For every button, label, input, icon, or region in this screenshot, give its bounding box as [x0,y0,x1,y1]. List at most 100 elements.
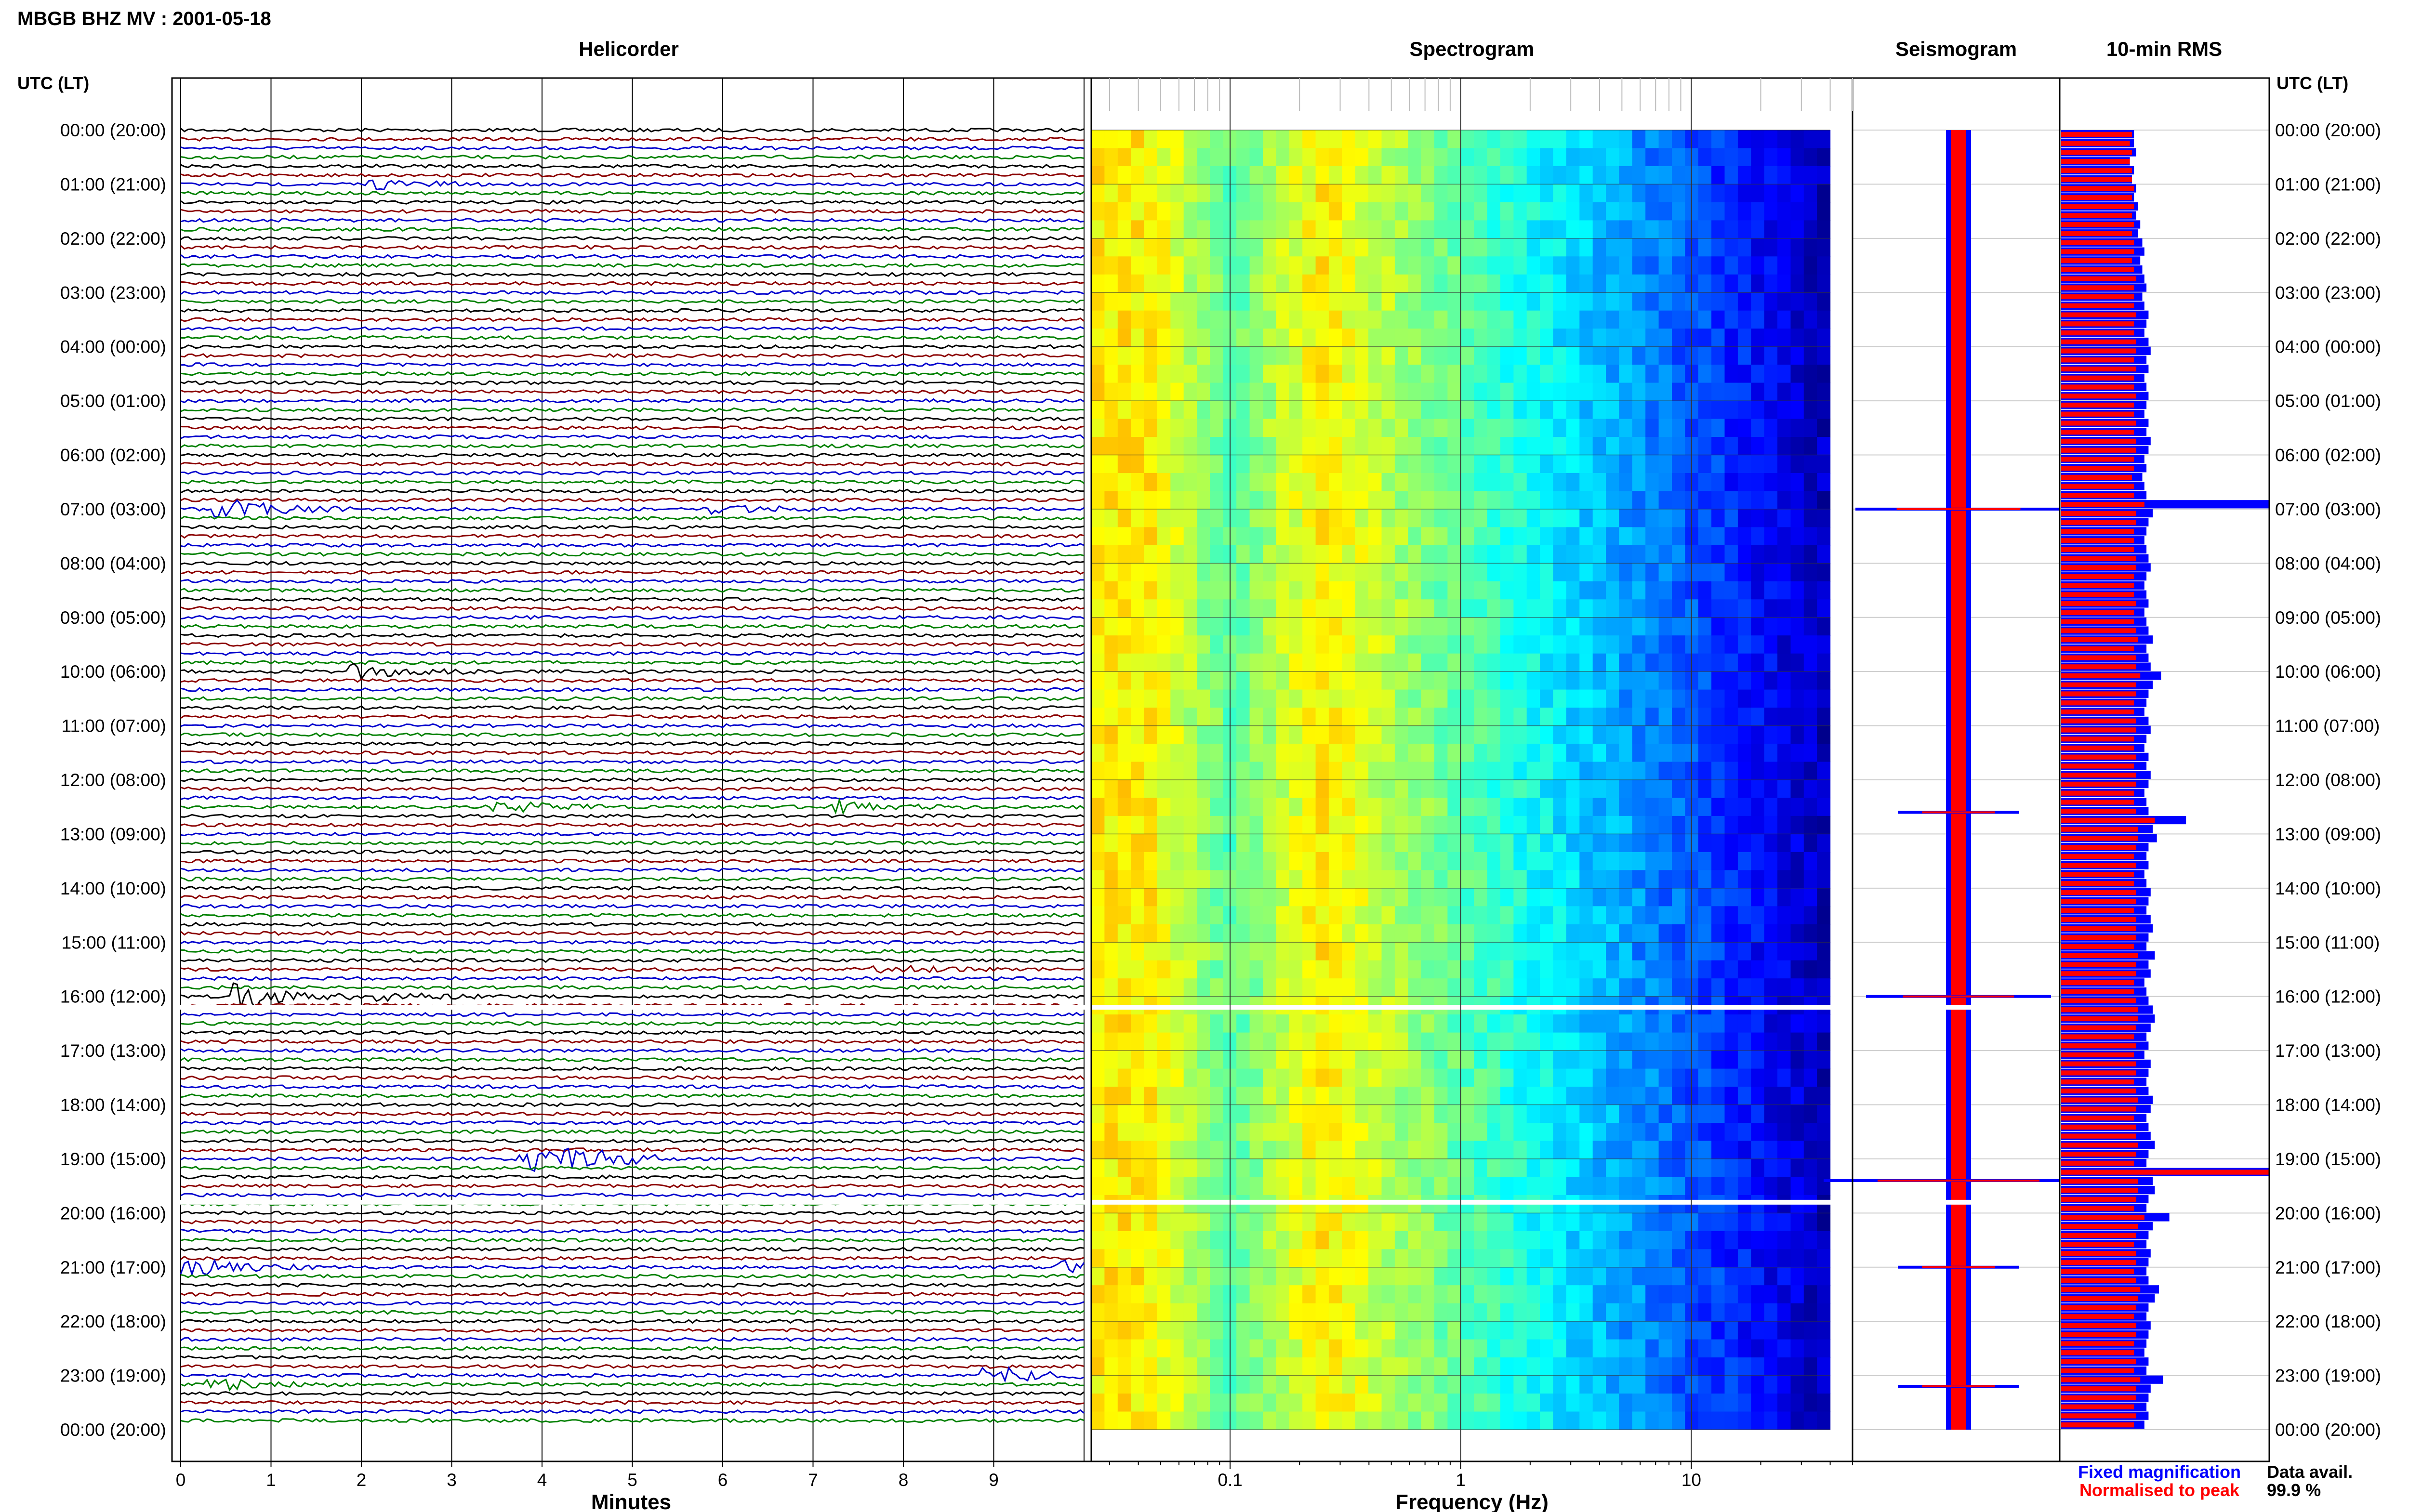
spectrogram-cell [1619,310,1633,329]
spectrogram-cell [1460,1177,1474,1196]
spectrogram-cell [1131,1087,1145,1105]
spectrogram-cell [1487,419,1501,437]
spectrogram-cell [1276,256,1290,275]
spectrogram-cell [1790,437,1804,456]
spectrogram-cell [1500,906,1514,925]
spectrogram-cell [1751,1231,1765,1249]
spectrogram-cell [1606,888,1620,907]
spectrogram-cell [1460,924,1474,943]
spectrogram-cell [1737,1141,1751,1159]
spectrogram-cell [1091,1177,1105,1196]
spectrogram-cell [1368,473,1382,492]
spectrogram-cell [1197,130,1211,149]
spectrogram-cell [1091,130,1105,149]
spectrogram-cell [1606,708,1620,726]
spectrogram-cell [1500,563,1514,582]
spectrogram-cell [1117,329,1131,347]
spectrogram-cell [1355,762,1369,780]
spectrogram-cell [1540,708,1554,726]
spectrogram-cell [1183,1231,1197,1249]
spectrogram-cell [1764,1357,1778,1376]
spectrogram-cell [1408,1411,1422,1430]
spectrogram-cell [1658,455,1672,473]
spectrogram-cell [1566,202,1580,221]
spectrogram-cell [1500,960,1514,979]
spectrogram-cell [1447,238,1461,257]
spectrogram-cell [1645,1285,1659,1304]
spectrogram-cell [1724,473,1738,492]
spectrogram-cell [1144,310,1158,329]
spectrogram-cell [1144,1321,1158,1340]
spectrogram-cell [1579,1051,1593,1069]
spectrogram-cell [1487,563,1501,582]
spectrogram-cell [1144,708,1158,726]
spectrogram-cell [1355,148,1369,167]
spectrogram-cell [1711,617,1725,636]
spectrogram-cell [1144,834,1158,853]
spectrogram-cell [1315,419,1329,437]
spectrogram-cell [1342,1357,1356,1376]
spectrogram-cell [1460,1051,1474,1069]
spectrogram-cell [1355,419,1369,437]
spectrogram-cell [1157,382,1171,401]
spectrogram-cell [1289,617,1303,636]
spectrogram-cell [1672,419,1685,437]
spectrogram-cell [1790,689,1804,708]
spectrogram-cell [1592,256,1606,275]
spectrogram-cell [1764,437,1778,456]
rms-bar-normalised [2061,222,2134,227]
spectrogram-cell [1144,563,1158,582]
spectrogram-cell [1672,1158,1685,1177]
spectrogram-cell [1434,545,1448,564]
spectrogram-cell [1131,382,1145,401]
spectrogram-cell [1500,148,1514,167]
spectrogram-cell [1553,346,1567,365]
spectrogram-cell [1183,1321,1197,1340]
spectrogram-cell [1526,148,1540,167]
spectrogram-cell [1777,653,1791,672]
spectrogram-cell [1183,960,1197,979]
spectrogram-cell [1632,978,1646,997]
spectrogram-cell [1566,310,1580,329]
spectrogram-cell [1144,762,1158,780]
spectrogram-cell [1302,292,1316,311]
spectrogram-cell [1170,563,1184,582]
spectrogram-cell [1157,581,1171,600]
spectrogram-cell [1632,798,1646,816]
spectrogram-cell [1592,1375,1606,1394]
spectrogram-cell [1606,870,1620,889]
spectrogram-cell [1619,1303,1633,1322]
spectrogram-cell [1210,762,1224,780]
spectrogram-cell [1460,1375,1474,1394]
spectrogram-cell [1236,942,1250,961]
spectrogram-cell [1157,1177,1171,1196]
right-hour-label: 18:00 (14:00) [2275,1095,2381,1115]
spectrogram-cell [1342,1321,1356,1340]
spectrogram-cell [1421,184,1435,203]
spectrogram-cell [1526,365,1540,383]
spectrogram-cell [1645,708,1659,726]
spectrogram-cell [1434,1051,1448,1069]
spectrogram-cell [1447,455,1461,473]
spectrogram-cell [1711,220,1725,239]
spectrogram-cell [1540,762,1554,780]
spectrogram-cell [1421,527,1435,546]
spectrogram-cell [1645,1231,1659,1249]
spectrogram-cell [1698,1177,1712,1196]
spectrogram-cell [1263,346,1276,365]
spectrogram-cell [1421,382,1435,401]
spectrogram-cell [1658,491,1672,510]
spectrogram-cell [1263,238,1276,257]
spectrogram-cell [1236,491,1250,510]
spectrogram-cell [1368,1123,1382,1142]
spectrogram-cell [1724,238,1738,257]
spectrogram-cell [1474,491,1488,510]
spectrogram-cell [1328,473,1342,492]
spectrogram-cell [1342,870,1356,889]
spectrogram-cell [1342,1158,1356,1177]
rms-bar-normalised [2061,1079,2134,1085]
spectrogram-cell [1698,1357,1712,1376]
spectrogram-cell [1289,924,1303,943]
spectrogram-cell [1421,1285,1435,1304]
spectrogram-cell [1302,563,1316,582]
